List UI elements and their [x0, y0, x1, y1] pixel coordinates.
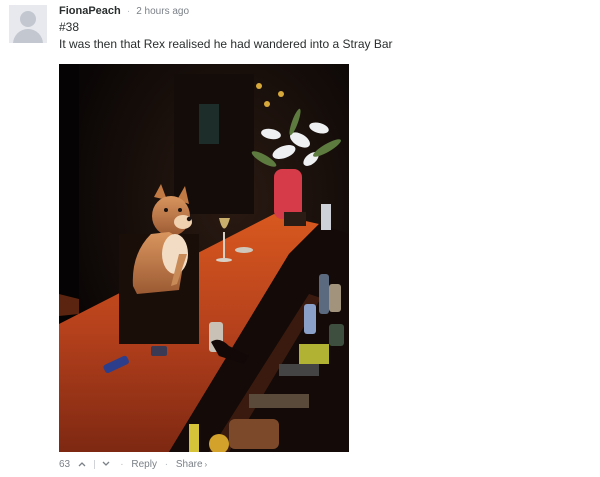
- comment: FionaPeach · 2 hours ago #38 It was then…: [0, 0, 600, 477]
- share-label: Share: [175, 459, 203, 470]
- chevron-up-icon[interactable]: [76, 458, 88, 471]
- header-separator: ·: [126, 6, 131, 17]
- avatar[interactable]: [9, 5, 47, 43]
- comment-image[interactable]: [59, 64, 349, 452]
- vote-divider: [93, 460, 95, 470]
- comment-text-line: It was then that Rex realised he had wan…: [59, 37, 393, 51]
- comment-footer: 63 · Reply · Share ›: [59, 458, 207, 471]
- author-name[interactable]: FionaPeach: [59, 5, 121, 17]
- avatar-head-shape: [20, 11, 36, 27]
- timestamp[interactable]: 2 hours ago: [136, 6, 189, 17]
- share-chevron-icon: ›: [204, 460, 208, 469]
- comment-text-line: #38: [59, 20, 80, 34]
- footer-separator: ·: [164, 459, 169, 471]
- avatar-body-shape: [13, 29, 43, 43]
- reply-button[interactable]: Reply: [131, 458, 157, 471]
- vote-count: 63: [59, 459, 71, 471]
- footer-separator: ·: [120, 459, 124, 471]
- comment-header: FionaPeach · 2 hours ago: [59, 4, 189, 18]
- share-button[interactable]: Share ›: [176, 458, 207, 471]
- chevron-down-icon[interactable]: [100, 458, 112, 471]
- bar-photo-illustration: [59, 64, 349, 452]
